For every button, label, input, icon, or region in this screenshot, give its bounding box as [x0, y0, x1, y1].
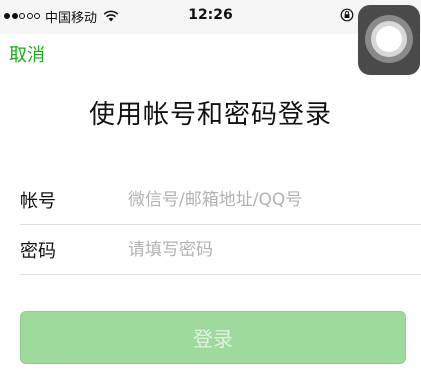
password-input[interactable] — [128, 240, 421, 260]
account-label: 帐号 — [20, 191, 56, 212]
password-label: 密码 — [20, 241, 56, 262]
page-title: 使用帐号和密码登录 — [88, 100, 332, 130]
login-screen: 中国移动 12:26 取消 使用帐号和密码登录 帐号 密码 登录 — [0, 0, 421, 392]
account-row: 帐号 — [20, 175, 421, 225]
assistive-touch-button[interactable] — [358, 5, 420, 75]
orientation-lock-icon — [340, 8, 354, 22]
password-row: 密码 — [20, 225, 421, 275]
login-button[interactable]: 登录 — [20, 311, 406, 364]
account-input[interactable] — [128, 190, 421, 210]
divider — [20, 274, 421, 275]
cancel-button[interactable]: 取消 — [9, 41, 45, 67]
